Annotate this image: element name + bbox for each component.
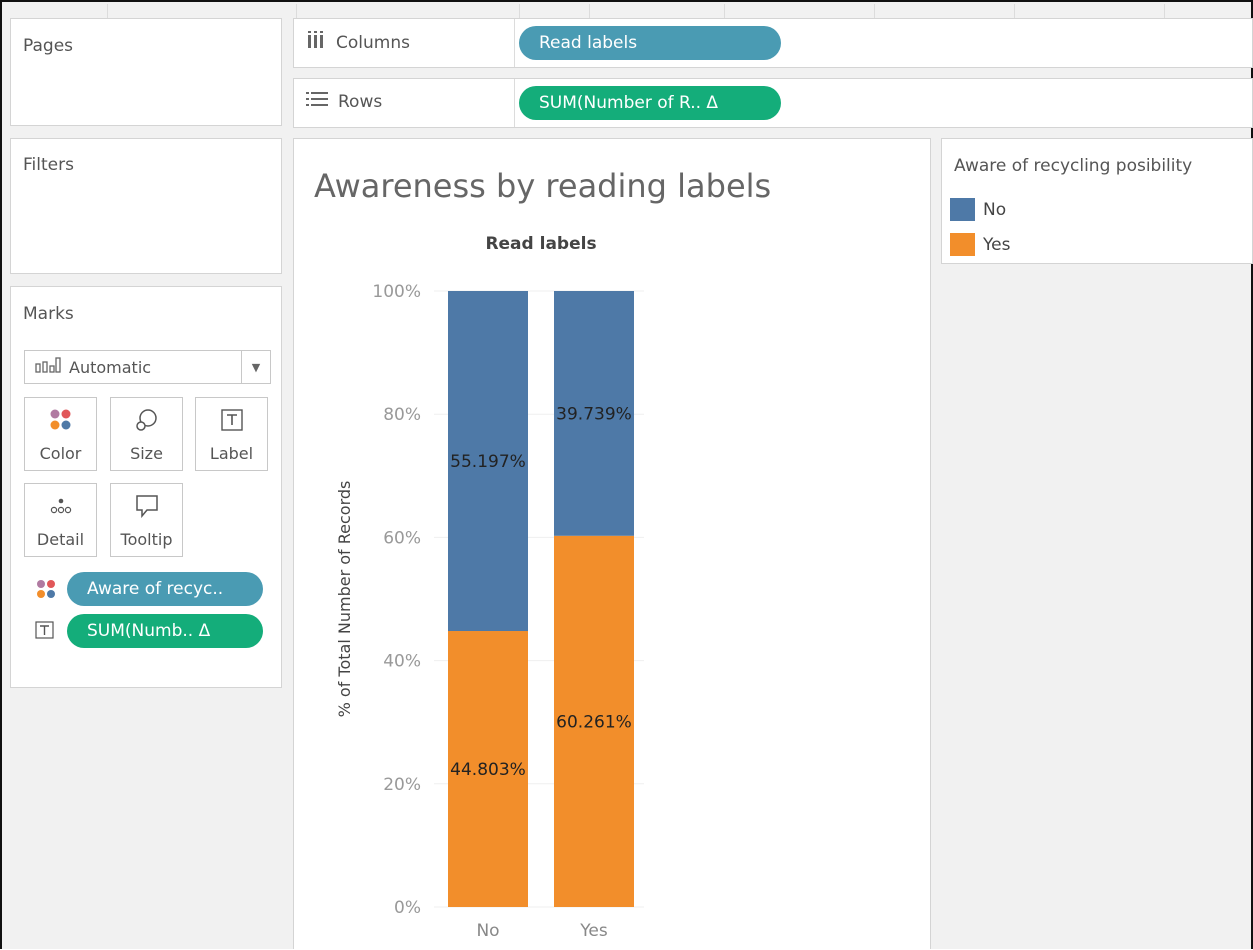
marks-title: Marks	[23, 304, 74, 324]
bar-chart-icon	[35, 357, 61, 377]
color-icon	[25, 406, 96, 434]
legend-label-yes: Yes	[983, 234, 1011, 255]
color-button-label: Color	[39, 444, 82, 463]
color-icon	[35, 579, 59, 599]
legend-swatch-no	[950, 198, 975, 221]
label-button-label: Label	[209, 444, 254, 463]
column-header: Read labels	[485, 234, 596, 254]
mark-type-value: Automatic	[69, 357, 152, 377]
columns-shelf[interactable]: Columns Read labels	[293, 18, 1253, 68]
y-tick-label: 40%	[383, 652, 421, 672]
legend-swatch-yes	[950, 233, 975, 256]
color-mark-row: Aware of recyc..	[35, 572, 275, 606]
tooltip-icon	[111, 492, 182, 520]
chart-svg: Read labels 0% 20% 40% 60% 80% 100% % of Total …	[335, 234, 644, 941]
bar-data-label: 55.197%	[450, 452, 526, 472]
rows-field-pill[interactable]: SUM(Number of R.. Δ	[519, 86, 781, 120]
rows-shelf-label: Rows	[306, 91, 382, 112]
mark-type-dropdown[interactable]: Automatic ▼	[24, 350, 271, 384]
rows-icon	[306, 91, 328, 112]
color-field-pill[interactable]: Aware of recyc..	[67, 572, 263, 606]
legend-label-no: No	[983, 199, 1007, 220]
marks-card: Marks Automatic ▼ Color Size Label Detai…	[10, 286, 282, 688]
y-tick-label: 20%	[383, 775, 421, 795]
y-tick-label: 0%	[394, 898, 421, 918]
shelf-divider	[514, 79, 515, 127]
pages-title: Pages	[23, 36, 74, 56]
detail-button[interactable]: Detail	[24, 483, 97, 557]
legend-item-yes[interactable]: Yes	[950, 233, 1010, 256]
x-tick-label: No	[476, 921, 499, 941]
bar-data-label: 44.803%	[450, 760, 526, 780]
viz-card: Awareness by reading labels Read labels 0…	[293, 138, 931, 949]
top-ruler	[4, 4, 1249, 18]
color-button[interactable]: Color	[24, 397, 97, 471]
label-mark-row: SUM(Numb.. Δ	[35, 614, 275, 648]
size-button-label: Size	[130, 444, 163, 463]
filters-card[interactable]: Filters	[10, 138, 282, 274]
pages-card[interactable]: Pages	[10, 18, 282, 126]
bar-data-label: 39.739%	[556, 404, 632, 424]
text-label-icon	[196, 406, 267, 434]
x-tick-label: Yes	[579, 921, 608, 941]
size-button[interactable]: Size	[110, 397, 183, 471]
label-field-pill[interactable]: SUM(Numb.. Δ	[67, 614, 263, 648]
y-axis-label: % of Total Number of Records	[335, 481, 354, 718]
legend-item-no[interactable]: No	[950, 198, 1006, 221]
tooltip-button-label: Tooltip	[120, 530, 173, 549]
shelf-divider	[514, 19, 515, 67]
columns-icon	[306, 31, 326, 54]
columns-label: Columns	[336, 32, 410, 53]
columns-field-pill[interactable]: Read labels	[519, 26, 781, 60]
chevron-down-icon[interactable]: ▼	[241, 351, 270, 383]
y-tick-label: 80%	[383, 405, 421, 425]
rows-label: Rows	[338, 91, 383, 112]
y-tick-label: 100%	[372, 282, 421, 302]
detail-button-label: Detail	[36, 530, 85, 549]
filters-title: Filters	[23, 155, 74, 175]
detail-icon	[25, 492, 96, 520]
size-icon	[111, 406, 182, 434]
y-tick-label: 60%	[383, 528, 421, 548]
legend-card: Aware of recycling posibility No Yes	[941, 138, 1253, 264]
bar-data-label: 60.261%	[556, 712, 632, 732]
tooltip-button[interactable]: Tooltip	[110, 483, 183, 557]
rows-shelf[interactable]: Rows SUM(Number of R.. Δ	[293, 78, 1253, 128]
legend-title: Aware of recycling posibility	[954, 156, 1193, 176]
columns-shelf-label: Columns	[306, 31, 410, 54]
text-label-icon	[35, 621, 59, 641]
label-button[interactable]: Label	[195, 397, 268, 471]
